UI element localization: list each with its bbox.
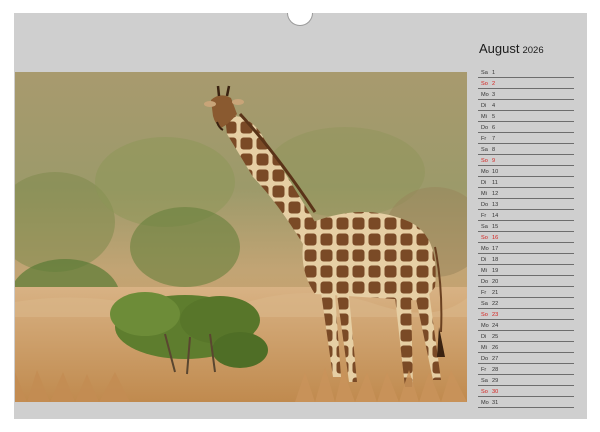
weekday-label: Di — [481, 257, 487, 263]
day-row: Do 27 — [478, 353, 574, 364]
weekday-label: Fr — [481, 213, 487, 219]
day-number: 9 — [492, 158, 496, 164]
day-row: Sa 29 — [478, 375, 574, 386]
day-number: 17 — [492, 246, 499, 252]
day-row: Mo 3 — [478, 89, 574, 100]
weekday-label: Do — [481, 125, 489, 131]
weekday-label: So — [481, 158, 488, 164]
day-number: 22 — [492, 301, 499, 307]
weekday-label: Do — [481, 202, 489, 208]
day-number: 29 — [492, 378, 499, 384]
weekday-label: Mi — [481, 191, 487, 197]
day-number: 5 — [492, 114, 496, 120]
day-row: Di 25 — [478, 331, 574, 342]
day-row: Mi 26 — [478, 342, 574, 353]
month-title: August 2026 — [479, 41, 544, 56]
day-number: 10 — [492, 169, 499, 175]
weekday-label: So — [481, 235, 488, 241]
day-number: 1 — [492, 70, 496, 76]
day-row: Fr 28 — [478, 364, 574, 375]
day-number: 4 — [492, 103, 496, 109]
day-number: 23 — [492, 312, 499, 318]
day-number: 30 — [492, 389, 499, 395]
day-row: Di 18 — [478, 254, 574, 265]
weekday-label: Sa — [481, 301, 488, 307]
weekday-label: Do — [481, 356, 489, 362]
day-row: Do 6 — [478, 122, 574, 133]
weekday-label: Di — [481, 180, 487, 186]
weekday-label: So — [481, 312, 488, 318]
day-number: 12 — [492, 191, 499, 197]
day-row: So 23 — [478, 309, 574, 320]
day-row: Sa 22 — [478, 298, 574, 309]
day-row: Fr 14 — [478, 210, 574, 221]
day-number: 31 — [492, 400, 499, 406]
weekday-label: Di — [481, 103, 487, 109]
day-row: Mi 5 — [478, 111, 574, 122]
day-number: 14 — [492, 213, 499, 219]
month-name: August — [479, 41, 520, 56]
day-row: Do 20 — [478, 276, 574, 287]
weekday-label: Do — [481, 279, 489, 285]
weekday-label: Sa — [481, 70, 488, 76]
day-row: So 30 — [478, 386, 574, 397]
giraffe-photo — [15, 72, 467, 402]
weekday-label: Mi — [481, 114, 487, 120]
day-number: 6 — [492, 125, 496, 131]
day-number: 11 — [492, 180, 498, 186]
day-row: So 9 — [478, 155, 574, 166]
day-row: Di 11 — [478, 177, 574, 188]
day-row: So 2 — [478, 78, 574, 89]
day-row: Sa 15 — [478, 221, 574, 232]
day-row: Do 13 — [478, 199, 574, 210]
day-row: Mi 19 — [478, 265, 574, 276]
day-number: 3 — [492, 92, 496, 98]
day-row: Mo 17 — [478, 243, 574, 254]
day-number: 27 — [492, 356, 499, 362]
day-list: Sa 1 So 2 Mo 3 Di 4 Mi 5 Do 6 Fr 7 Sa 8 So 9 Mo 10 Di 11 Mi 12 D… — [478, 67, 574, 408]
weekday-label: Sa — [481, 147, 488, 153]
day-row: Fr 7 — [478, 133, 574, 144]
day-number: 20 — [492, 279, 499, 285]
day-number: 2 — [492, 81, 496, 87]
day-number: 18 — [492, 257, 499, 263]
weekday-label: So — [481, 389, 488, 395]
weekday-label: Mo — [481, 400, 489, 406]
day-number: 19 — [492, 268, 499, 274]
weekday-label: Mo — [481, 92, 489, 98]
day-number: 13 — [492, 202, 499, 208]
day-row: Sa 8 — [478, 144, 574, 155]
day-row: Fr 21 — [478, 287, 574, 298]
day-number: 26 — [492, 345, 499, 351]
day-row: Mi 12 — [478, 188, 574, 199]
weekday-label: Fr — [481, 136, 487, 142]
day-row: Mo 10 — [478, 166, 574, 177]
weekday-label: Di — [481, 334, 487, 340]
weekday-label: Mi — [481, 345, 487, 351]
weekday-label: So — [481, 81, 488, 87]
day-row: Mo 31 — [478, 397, 574, 408]
day-row: Mo 24 — [478, 320, 574, 331]
weekday-label: Mo — [481, 169, 489, 175]
weekday-label: Fr — [481, 367, 487, 373]
day-number: 8 — [492, 147, 496, 153]
day-row: Sa 1 — [478, 67, 574, 78]
day-number: 28 — [492, 367, 499, 373]
weekday-label: Fr — [481, 290, 487, 296]
day-number: 16 — [492, 235, 499, 241]
weekday-label: Mo — [481, 246, 489, 252]
day-number: 15 — [492, 224, 499, 230]
day-number: 24 — [492, 323, 499, 329]
day-row: Di 4 — [478, 100, 574, 111]
day-number: 21 — [492, 290, 499, 296]
weekday-label: Mi — [481, 268, 487, 274]
weekday-label: Sa — [481, 378, 488, 384]
weekday-label: Mo — [481, 323, 489, 329]
year-label: 2026 — [522, 45, 544, 56]
day-number: 25 — [492, 334, 499, 340]
day-number: 7 — [492, 136, 496, 142]
day-row: So 16 — [478, 232, 574, 243]
weekday-label: Sa — [481, 224, 488, 230]
